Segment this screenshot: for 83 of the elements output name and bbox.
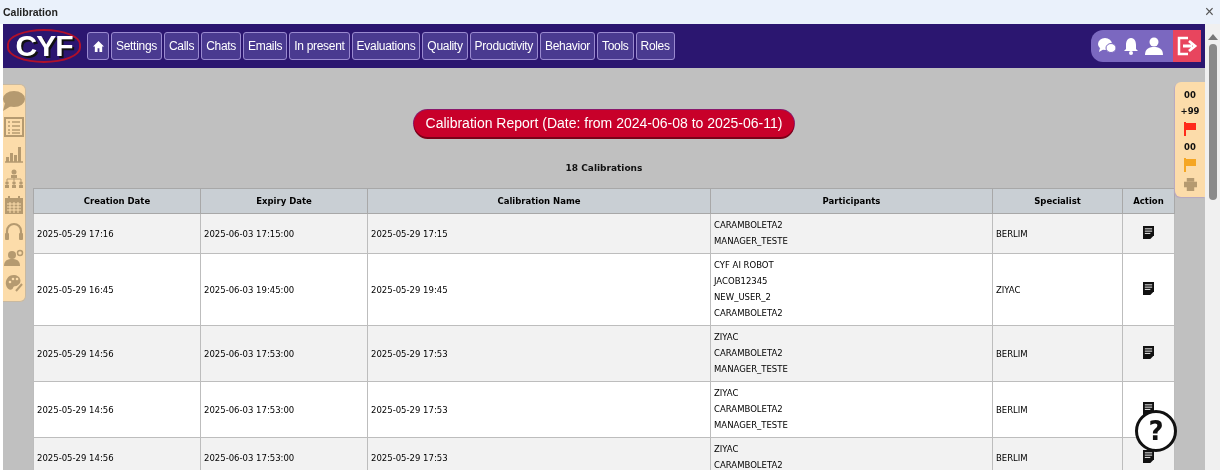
table-cell: 2025-06-03 17:53:00: [200, 325, 368, 382]
scroll-up-icon[interactable]: [1207, 34, 1218, 40]
column-header: Calibration Name: [367, 188, 711, 214]
table-cell: 2025-05-29 17:53: [367, 325, 711, 382]
column-header: Creation Date: [33, 188, 201, 214]
close-button[interactable]: ×: [1202, 4, 1216, 20]
column-header: Expiry Date: [200, 188, 368, 214]
table-cell: 2025-05-29 19:45: [367, 253, 711, 326]
scrollbar[interactable]: [1205, 24, 1220, 470]
logout-icon: [1176, 36, 1198, 56]
participant-name: CARAMBOLETA2: [714, 403, 784, 416]
nav-tab[interactable]: Chats: [201, 32, 241, 60]
home-icon: [92, 40, 104, 52]
table-cell: 2025-05-29 14:56: [33, 381, 201, 438]
nav-tab[interactable]: In present: [289, 32, 350, 60]
participant-name: ZIYAC: [714, 443, 740, 456]
participant-name: MANAGER_TESTE: [714, 419, 789, 432]
column-header: Action: [1122, 188, 1175, 214]
report-title: Calibration Report (Date: from 2024-06-08 to 2025-06-11): [413, 110, 795, 137]
table-cell: BERLIM: [992, 325, 1123, 382]
participant-name: ZIYAC: [714, 387, 740, 400]
participant-name: NEW_USER_2: [714, 291, 772, 304]
participant-name: CARAMBOLETA2: [714, 219, 784, 232]
participant-name: CARAMBOLETA2: [714, 459, 784, 470]
logo[interactable]: CYF: [7, 29, 81, 63]
participant-name: ZIYAC: [714, 331, 740, 344]
flag-icon[interactable]: [1184, 122, 1196, 136]
user-icon[interactable]: [1145, 37, 1163, 55]
table-cell: BERLIM: [992, 381, 1123, 438]
nav-tab[interactable]: Evaluations: [351, 32, 421, 60]
nav-tab[interactable]: Settings: [111, 32, 162, 60]
table-cell: 2025-05-29 17:53: [367, 381, 711, 438]
table-cell: ZIYAC: [992, 253, 1123, 326]
nav-tab[interactable]: Behavior: [540, 32, 595, 60]
participant-name: CARAMBOLETA2: [714, 347, 784, 360]
scroll-thumb[interactable]: [1208, 44, 1217, 200]
participant-name: MANAGER_TESTE: [714, 235, 789, 248]
chat-help-icon[interactable]: [1097, 37, 1117, 55]
counter-value: +99: [1180, 106, 1200, 116]
list-icon[interactable]: [4, 117, 24, 137]
nav-tab[interactable]: Roles: [635, 32, 675, 60]
table-cell: 2025-05-29 17:53: [367, 437, 711, 470]
table-cell: 2025-06-03 17:53:00: [200, 437, 368, 470]
home-button[interactable]: [87, 32, 109, 60]
table-cell: 2025-06-03 17:15:00: [200, 213, 368, 254]
document-button[interactable]: [1143, 282, 1154, 295]
nav-tab[interactable]: Calls: [163, 32, 200, 60]
flag-icon[interactable]: [1184, 158, 1196, 172]
table-cell: 2025-05-29 16:45: [33, 253, 201, 326]
counter-value: 00: [1184, 90, 1196, 100]
counter-value: 00: [1184, 142, 1196, 152]
window-title: Calibration: [3, 6, 58, 18]
speech-bubble-icon[interactable]: [3, 91, 25, 111]
participant-name: MANAGER_TESTE: [714, 363, 789, 376]
table-cell: BERLIM: [992, 437, 1123, 470]
table-cell: BERLIM: [992, 213, 1123, 254]
logout-button[interactable]: [1173, 30, 1201, 62]
table-cell: 2025-05-29 14:56: [33, 325, 201, 382]
document-button[interactable]: [1143, 450, 1154, 463]
headphones-icon[interactable]: [4, 221, 24, 241]
printer-icon[interactable]: [1183, 178, 1197, 191]
org-chart-icon[interactable]: [4, 169, 24, 189]
nav-tab[interactable]: Tools: [597, 32, 634, 60]
document-button[interactable]: [1143, 346, 1154, 359]
calendar-icon[interactable]: [4, 195, 24, 215]
nav-tab[interactable]: Quality: [422, 32, 468, 60]
column-header: Participants: [710, 188, 993, 214]
palette-icon[interactable]: [4, 273, 24, 293]
participant-name: CARAMBOLETA2: [714, 307, 784, 320]
bell-icon[interactable]: [1123, 37, 1139, 55]
table-cell: 2025-06-03 17:53:00: [200, 381, 368, 438]
nav-tab[interactable]: Emails: [243, 32, 288, 60]
nav-tab[interactable]: Productivity: [469, 32, 539, 60]
table-cell: 2025-05-29 17:16: [33, 213, 201, 254]
table-cell: 2025-05-29 17:15: [367, 213, 711, 254]
participant-name: CYF AI ROBOT: [714, 259, 775, 272]
participant-name: JACOB12345: [714, 275, 769, 288]
user-settings-icon[interactable]: [4, 247, 24, 267]
column-header: Specialist: [992, 188, 1123, 214]
table-cell: 2025-05-29 14:56: [33, 437, 201, 470]
table-cell: 2025-06-03 19:45:00: [200, 253, 368, 326]
calibration-count: 18 Calibrations: [564, 163, 644, 173]
document-button[interactable]: [1143, 226, 1154, 239]
